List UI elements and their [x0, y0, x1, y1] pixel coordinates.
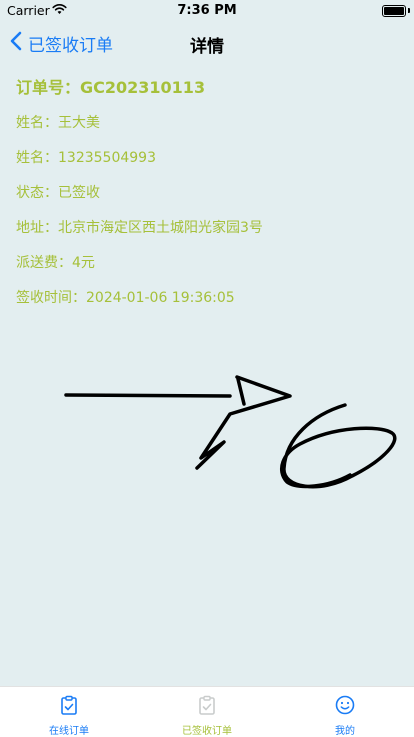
- battery-tip: [408, 8, 410, 13]
- clock: 7:36 PM: [177, 3, 237, 18]
- order-details: 订单号：GC202310113 姓名：王大美 姓名：13235504993 状态…: [16, 70, 406, 316]
- delivery-address: 地址：北京市海定区西土城阳光家园3号: [16, 220, 263, 236]
- signed-time: 签收时间：2024-01-06 19:36:05: [16, 290, 235, 306]
- tab-label: 在线订单: [49, 726, 89, 737]
- signature-drawing: [64, 375, 397, 489]
- order-number: 订单号：GC202310113: [16, 78, 206, 97]
- battery-icon: [382, 5, 406, 17]
- tab-signed-orders[interactable]: 已签收订单: [138, 687, 276, 737]
- tab-label: 我的: [335, 726, 355, 737]
- order-status: 状态：已签收: [16, 185, 100, 201]
- tab-label: 已签收订单: [182, 726, 232, 737]
- status-bar: Carrier 7:36 PM: [0, 0, 414, 22]
- tab-mine[interactable]: 我的: [276, 687, 414, 737]
- delivery-fee: 派送费：4元: [16, 255, 95, 271]
- customer-name: 姓名：王大美: [16, 115, 100, 131]
- tab-online-orders[interactable]: 在线订单: [0, 687, 138, 737]
- customer-phone: 姓名：13235504993: [16, 150, 156, 166]
- navigation-bar: 已签收订单 详情: [0, 22, 414, 64]
- page-title: 详情: [190, 37, 224, 57]
- smiley-icon: [335, 695, 355, 715]
- clipboard-check-icon: [197, 695, 217, 715]
- clipboard-icon: [59, 695, 79, 715]
- tab-bar: 在线订单 已签收订单 我的: [0, 686, 414, 737]
